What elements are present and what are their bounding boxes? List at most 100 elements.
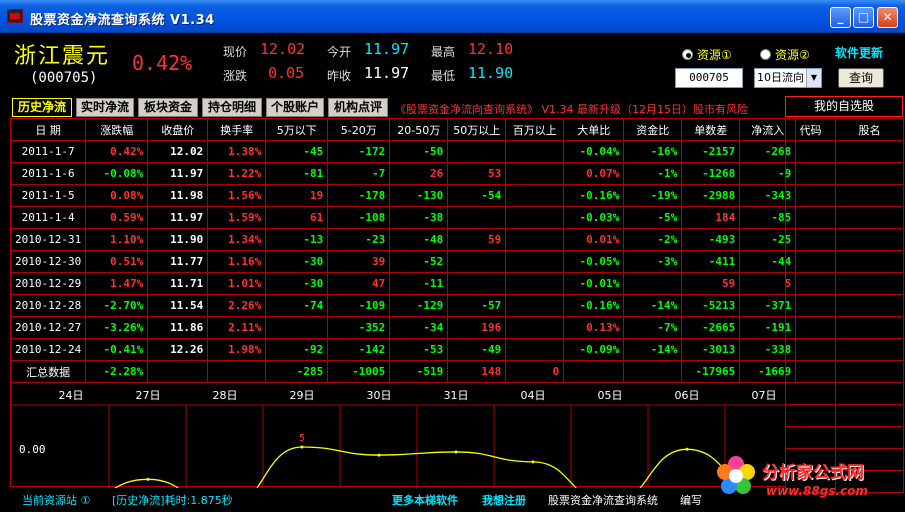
table-row[interactable]: 2010-12-31 1.10% 11.90 1.34% -13 -23 -48 59 0.01… (9, 228, 797, 251)
watchlist-row[interactable] (785, 250, 904, 273)
tab-history-flow[interactable]: 历史净流 (12, 98, 72, 117)
cell-under-5w (265, 316, 329, 339)
cell-over-50w: -54 (447, 184, 507, 207)
cell-big-order-ratio: -0.03% (563, 206, 625, 229)
watchlist-row[interactable] (785, 426, 904, 449)
register-link[interactable]: 我想注册 (482, 492, 526, 508)
cell-close: 12.02 (147, 140, 209, 163)
col-close[interactable]: 收盘价 (147, 118, 209, 141)
watchlist-code-cell (785, 206, 836, 229)
app-icon (7, 9, 23, 23)
col-5-20w[interactable]: 5-20万 (327, 118, 391, 141)
watchlist-name-cell (835, 184, 904, 207)
watchlist-code-cell (785, 140, 836, 163)
cell-order-diff: 59 (681, 272, 741, 295)
col-turnover[interactable]: 换手率 (207, 118, 267, 141)
cell-date: 2011-1-7 (9, 140, 87, 163)
table-row[interactable]: 2010-12-29 1.47% 11.71 1.01% -30 47 -11 -0.01% 5… (9, 272, 797, 295)
watchlist-row[interactable] (785, 272, 904, 295)
chevron-down-icon[interactable]: ▼ (806, 69, 821, 87)
open-value: 11.97 (364, 40, 410, 58)
tab-sector-funds[interactable]: 板块资金 (138, 98, 198, 117)
cell-under-5w: -92 (265, 338, 329, 361)
watchlist-row[interactable] (785, 404, 904, 427)
chart-x-tick-label: 29日 (290, 389, 315, 402)
watchlist-name-cell (835, 272, 904, 295)
low-label: 最低 (431, 69, 456, 83)
table-row[interactable]: 2011-1-7 0.42% 12.02 1.38% -45 -172 -50 -0.04% -… (9, 140, 797, 163)
col-change[interactable]: 涨跌幅 (85, 118, 149, 141)
cell-close: 11.97 (147, 162, 209, 185)
table-row[interactable]: 2011-1-5 0.08% 11.98 1.56% 19 -178 -130 -54 -0.1… (9, 184, 797, 207)
watchlist-row[interactable] (785, 184, 904, 207)
watchlist-row[interactable] (785, 316, 904, 339)
summary-turnover (207, 360, 267, 383)
period-select[interactable]: 10日流向 ▼ (754, 68, 822, 88)
cell-under-5w: -81 (265, 162, 329, 185)
watchlist-row[interactable] (785, 360, 904, 383)
table-row[interactable]: 2010-12-30 0.51% 11.77 1.16% -30 39 -52 -0.05% -… (9, 250, 797, 273)
close-button[interactable]: ✕ (877, 7, 898, 28)
watchlist-row[interactable] (785, 338, 904, 361)
watchlist-row[interactable] (785, 162, 904, 185)
watchlist-code-cell (785, 338, 836, 361)
cell-turnover: 1.01% (207, 272, 267, 295)
watchlist-col-code[interactable]: 代码 (785, 118, 836, 141)
software-update-link[interactable]: 软件更新 (835, 44, 883, 61)
source-2-radio[interactable]: 资源② (760, 46, 810, 63)
chart-data-point (454, 450, 458, 454)
title-bar[interactable]: 股票资金净流查询系统 V1.34 _ □ ✕ (0, 0, 905, 33)
watchlist-row[interactable] (785, 294, 904, 317)
source-1-radio[interactable]: 资源① (682, 46, 732, 63)
table-row[interactable]: 2010-12-28 -2.70% 11.54 2.26% -74 -109 -129 -57… (9, 294, 797, 317)
col-date[interactable]: 日 期 (9, 118, 87, 141)
tab-holdings[interactable]: 持仓明细 (202, 98, 262, 117)
cell-over-100w (505, 228, 565, 251)
col-fund-ratio[interactable]: 资金比 (623, 118, 683, 141)
col-under-5w[interactable]: 5万以下 (265, 118, 329, 141)
cell-close: 11.71 (147, 272, 209, 295)
watchlist-row[interactable] (785, 206, 904, 229)
watchlist-row[interactable] (785, 228, 904, 251)
cell-under-5w: -74 (265, 294, 329, 317)
watchlist-code-cell (785, 382, 836, 405)
col-order-diff[interactable]: 单数差 (681, 118, 741, 141)
table-row[interactable]: 2010-12-27 -3.26% 11.86 2.11% -352 -34 196 0.13… (9, 316, 797, 339)
watchlist-row[interactable] (785, 140, 904, 163)
cell-big-order-ratio: -0.16% (563, 184, 625, 207)
chart-x-tick-label: 31日 (444, 389, 469, 402)
cell-date: 2010-12-31 (9, 228, 87, 251)
maximize-button[interactable]: □ (853, 7, 874, 28)
watchlist-code-cell (785, 162, 836, 185)
watchlist-col-name[interactable]: 股名 (835, 118, 904, 141)
table-row[interactable]: 2011-1-6 -0.08% 11.97 1.22% -81 -7 26 53 0.07% -1… (9, 162, 797, 185)
summary-over-100w: 0 (505, 360, 565, 383)
cell-order-diff: -2157 (681, 140, 741, 163)
chart-x-tick-label: 07日 (752, 389, 777, 402)
open-label: 今开 (327, 45, 352, 59)
col-20-50w[interactable]: 20-50万 (389, 118, 449, 141)
watchlist-row[interactable] (785, 382, 904, 405)
cell-fund-ratio: -14% (623, 294, 683, 317)
tab-institution-review[interactable]: 机构点评 (328, 98, 388, 117)
col-big-order-ratio[interactable]: 大单比 (563, 118, 625, 141)
watchlist-code-cell (785, 272, 836, 295)
chart-x-tick-label: 28日 (213, 389, 238, 402)
cell-over-100w (505, 140, 565, 163)
change-percent: 0.42% (132, 51, 193, 75)
minimize-button[interactable]: _ (830, 7, 851, 28)
cell-under-5w: -30 (265, 272, 329, 295)
query-button[interactable]: 查询 (838, 68, 884, 88)
cell-date: 2010-12-29 (9, 272, 87, 295)
cell-change: -0.08% (85, 162, 149, 185)
tab-accounts[interactable]: 个股账户 (266, 98, 324, 117)
stock-code-input[interactable]: 000705 (675, 68, 743, 88)
tab-realtime-flow[interactable]: 实时净流 (76, 98, 134, 117)
table-row[interactable]: 2010-12-24 -0.41% 12.26 1.98% -92 -142 -53 -49 -… (9, 338, 797, 361)
more-software-link[interactable]: 更多本梯软件 (392, 492, 458, 508)
cell-20-50w: -11 (389, 272, 449, 295)
table-row[interactable]: 2011-1-4 0.59% 11.97 1.59% 61 -108 -38 -0.03% -5… (9, 206, 797, 229)
cell-fund-ratio: -1% (623, 162, 683, 185)
col-over-100w[interactable]: 百万以上 (505, 118, 565, 141)
col-over-50w[interactable]: 50万以上 (447, 118, 507, 141)
